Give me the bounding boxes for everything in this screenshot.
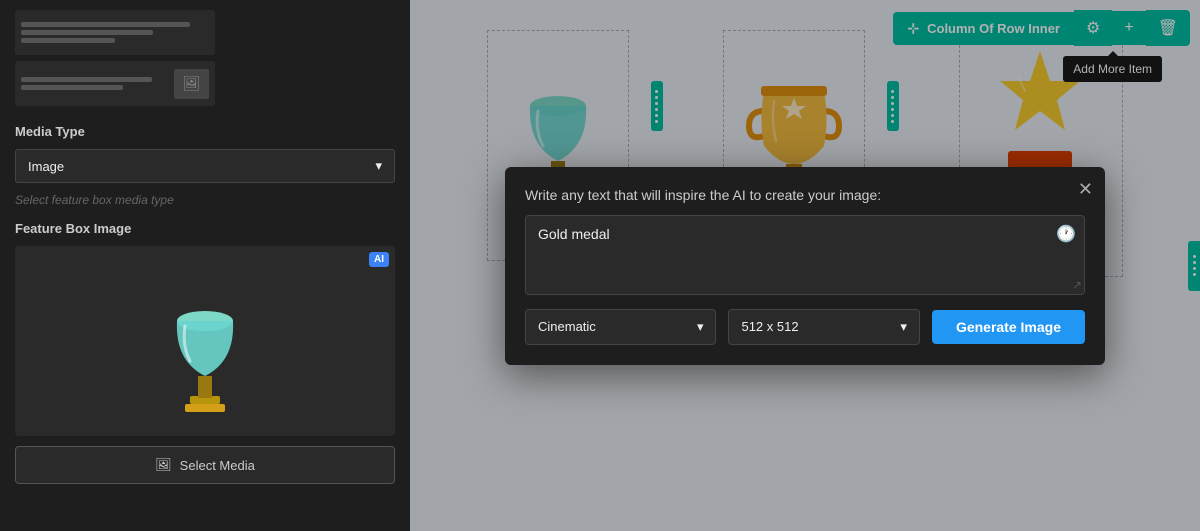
thumb-lines-1: [21, 22, 209, 43]
dialog-overlay: Write any text that will inspire the AI …: [410, 0, 1200, 531]
feature-box-label: Feature Box Image: [15, 221, 395, 236]
media-type-label: Media Type: [15, 124, 395, 139]
select-media-button[interactable]: 🖼 Select Media: [15, 446, 395, 484]
template-previews: 🖼: [15, 10, 395, 106]
right-panel: ⊹ Column Of Row Inner ⚙ + 🗑 Add More Ite…: [410, 0, 1200, 531]
size-dropdown[interactable]: 512 x 512 ▾: [728, 309, 919, 345]
media-type-hint: Select feature box media type: [15, 193, 395, 207]
select-media-icon: 🖼: [155, 457, 172, 473]
generate-label: Generate Image: [956, 319, 1061, 335]
template-thumb-1[interactable]: [15, 10, 215, 55]
select-media-label: Select Media: [180, 458, 255, 473]
chevron-down-icon: ▾: [900, 319, 907, 335]
media-type-value: Image: [28, 159, 64, 174]
media-type-dropdown[interactable]: Image ▾: [15, 149, 395, 183]
dialog-controls: Cinematic ▾ 512 x 512 ▾ Generate Image: [525, 309, 1085, 345]
chevron-down-icon: ▾: [697, 319, 704, 335]
thumb-line: [21, 38, 115, 43]
thumb-lines-2: [21, 77, 166, 90]
left-panel: 🖼 Media Type Image ▾ Select feature box …: [0, 0, 410, 531]
style-dropdown[interactable]: Cinematic ▾: [525, 309, 716, 345]
thumb-line: [21, 22, 190, 27]
dialog-close-button[interactable]: ✕: [1078, 179, 1093, 200]
thumb-image: 🖼: [174, 69, 209, 99]
dialog-input-text: Gold medal: [538, 226, 1072, 242]
generate-image-button[interactable]: Generate Image: [932, 310, 1085, 344]
ai-badge: AI: [369, 252, 389, 267]
style-value: Cinematic: [538, 319, 596, 334]
glass-trophy-preview: [160, 261, 250, 421]
close-icon: ✕: [1078, 179, 1093, 199]
dialog-textarea-wrapper[interactable]: Gold medal 🕐 ↗: [525, 215, 1085, 295]
thumb-line: [21, 85, 123, 90]
size-value: 512 x 512: [741, 319, 798, 334]
thumb-line: [21, 77, 152, 82]
ai-dialog: Write any text that will inspire the AI …: [505, 167, 1105, 365]
image-preview: AI: [15, 246, 395, 436]
history-icon: 🕐: [1056, 224, 1076, 244]
thumb-line: [21, 30, 153, 35]
dialog-header: Write any text that will inspire the AI …: [525, 187, 1085, 203]
resize-handle-icon: ↗: [1072, 278, 1082, 292]
template-thumb-2[interactable]: 🖼: [15, 61, 215, 106]
chevron-down-icon: ▾: [375, 158, 382, 174]
